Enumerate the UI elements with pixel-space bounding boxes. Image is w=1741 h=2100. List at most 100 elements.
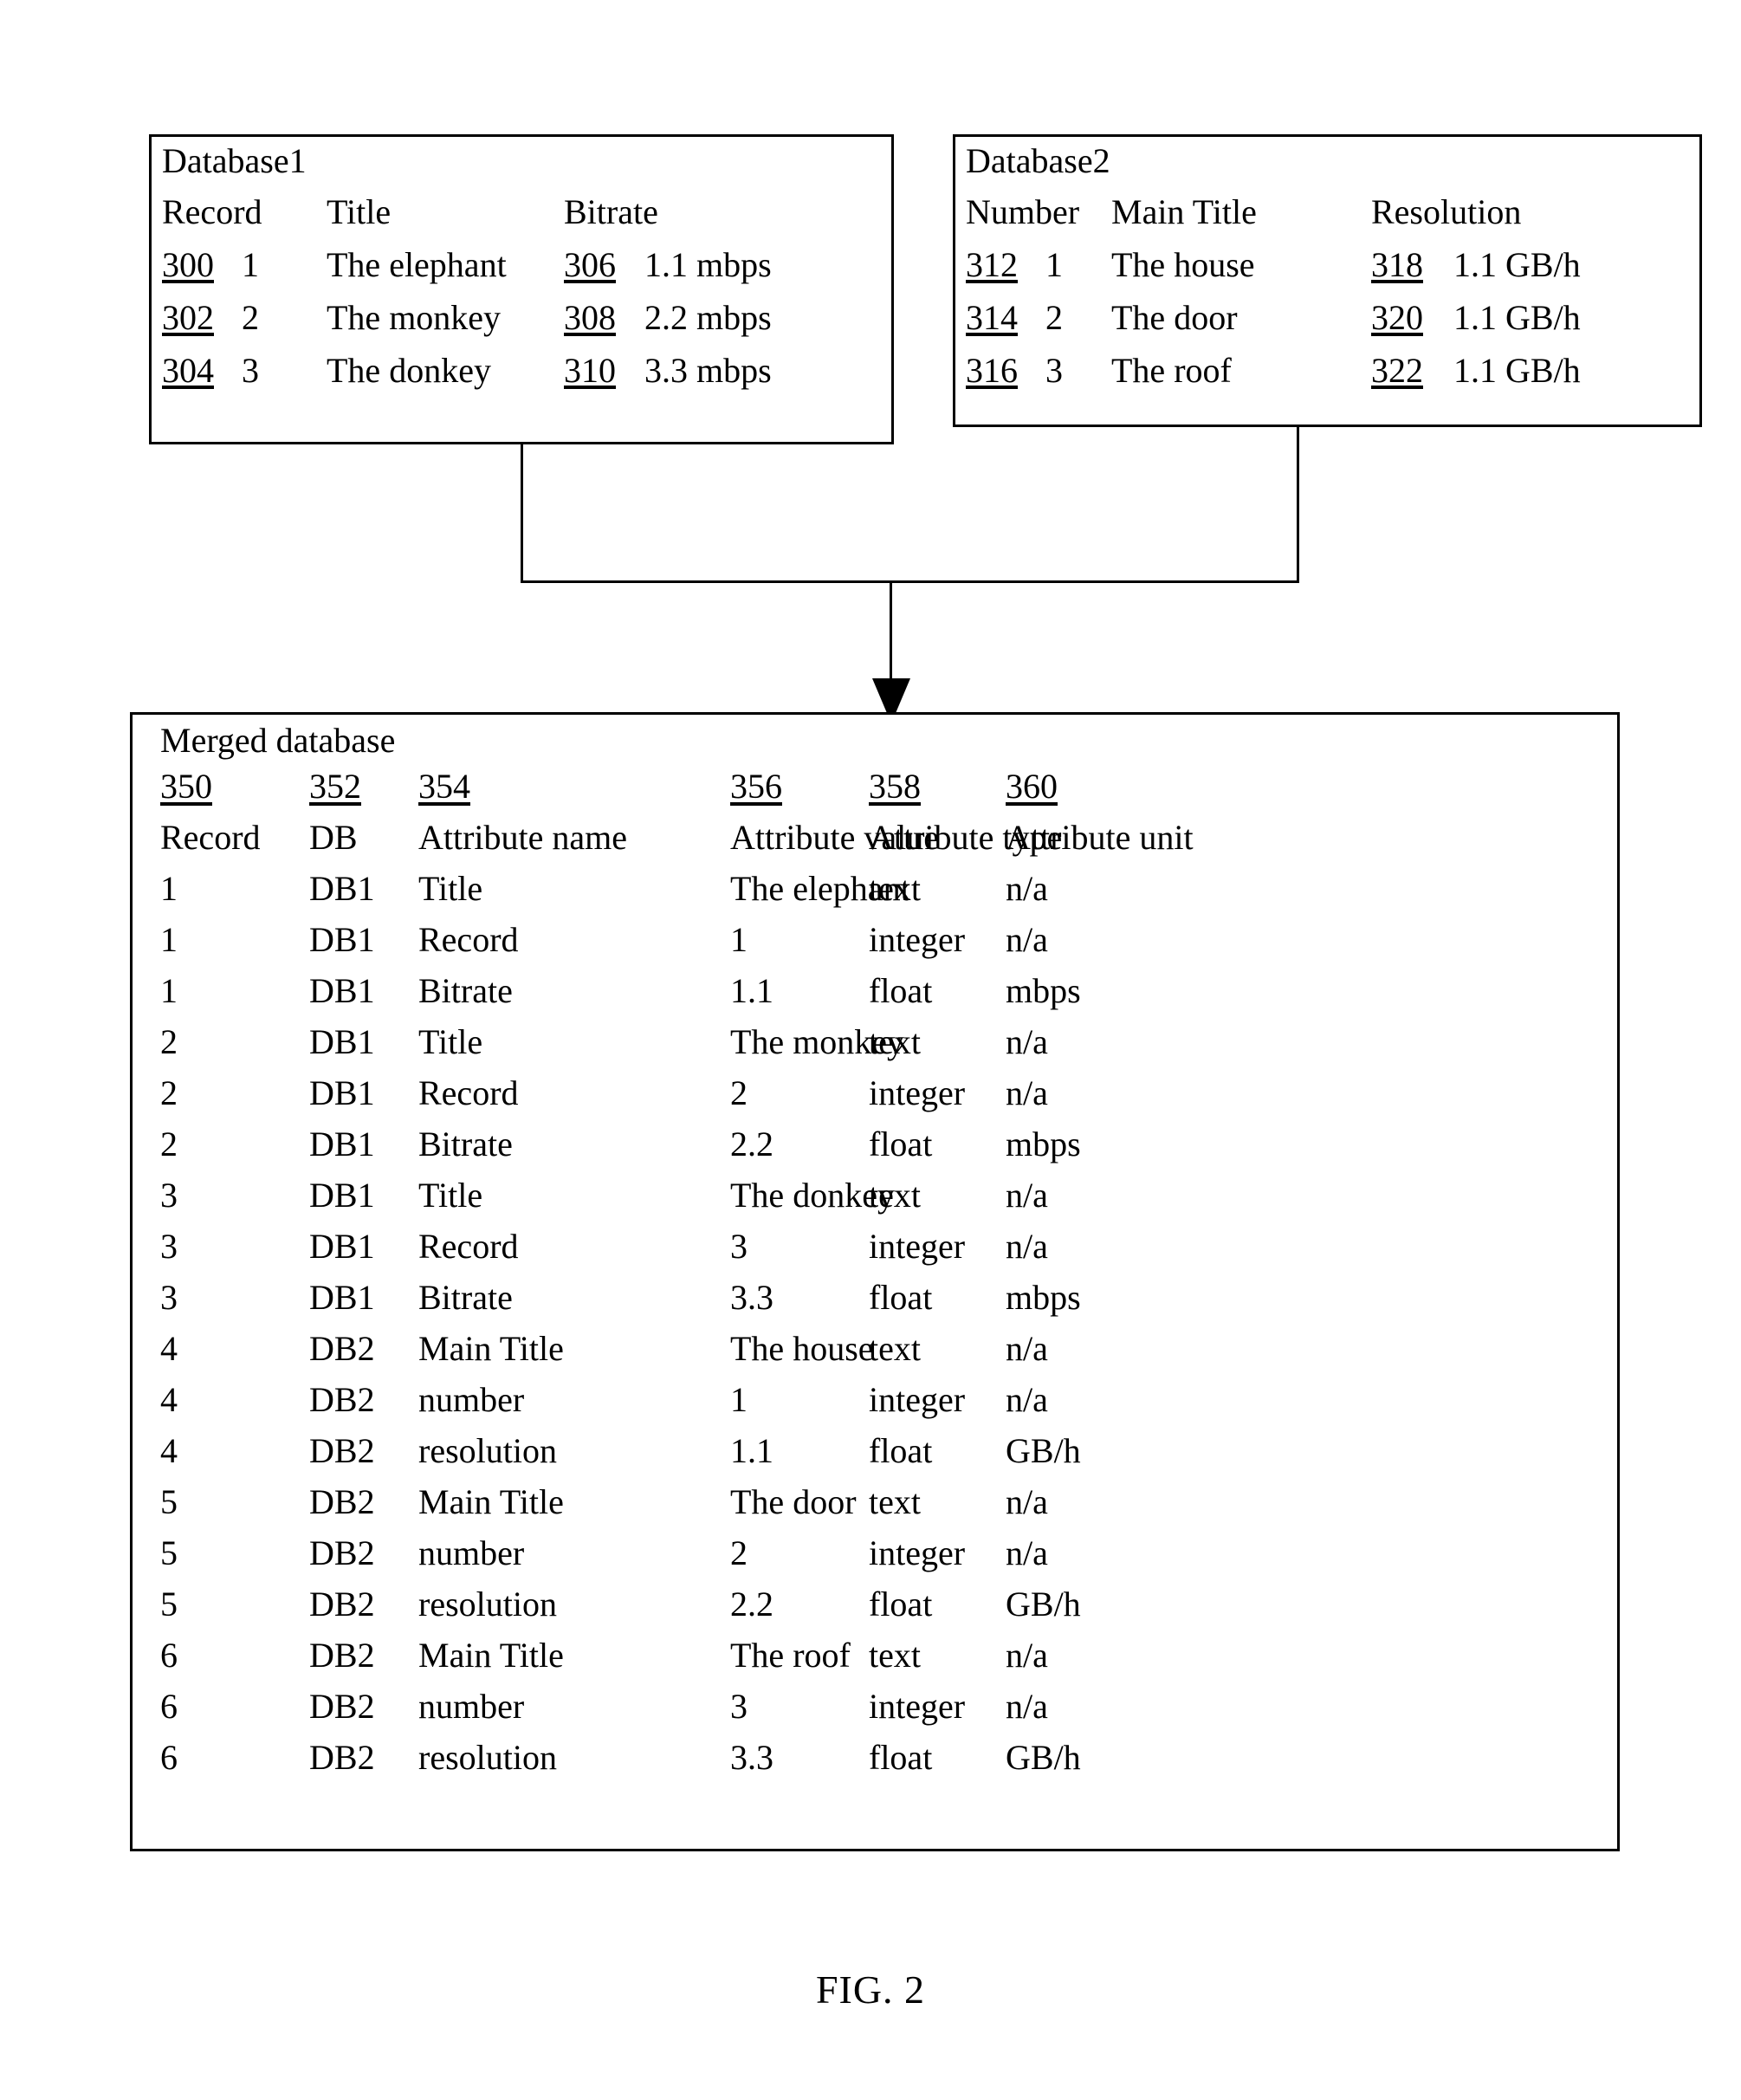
cell-attribute-value: The roof — [730, 1636, 851, 1675]
cell-attribute-value: 3 — [730, 1227, 748, 1266]
connector-line-from-database1 — [521, 444, 523, 583]
table-row: 6 DB2 number 3 integer n/a — [160, 1681, 1610, 1732]
cell-attribute-name: Title — [418, 1022, 483, 1061]
cell-attribute-name: Main Title — [418, 1482, 564, 1521]
merged-header-attribute-name: Attribute name — [418, 818, 628, 857]
database1-header-row: Record Title Bitrate — [162, 185, 888, 238]
cell-attribute-value: The house — [730, 1329, 874, 1368]
reference-numeral: 350 — [160, 767, 212, 806]
patent-figure: Database1 Record Title Bitrate 300 1 The… — [0, 0, 1741, 2100]
cell-attribute-unit: n/a — [1006, 1073, 1048, 1112]
cell-db: DB1 — [309, 1125, 375, 1163]
database2-cell-resolution: 1.1 GB/h — [1453, 298, 1581, 337]
cell-db: DB2 — [309, 1687, 375, 1726]
reference-numeral: 358 — [869, 767, 921, 806]
database2-title: Database2 — [966, 141, 1110, 180]
database2-row: 316 3 The roof 322 1.1 GB/h — [966, 344, 1696, 397]
cell-attribute-name: number — [418, 1533, 525, 1572]
cell-attribute-type: float — [869, 971, 933, 1010]
table-row: 1 DB1 Bitrate 1.1 float mbps — [160, 965, 1610, 1016]
cell-attribute-value: 1 — [730, 920, 748, 959]
cell-attribute-unit: n/a — [1006, 1380, 1048, 1419]
table-row: 3 DB1 Record 3 integer n/a — [160, 1221, 1610, 1272]
cell-attribute-value: 1 — [730, 1380, 748, 1419]
reference-numeral: 316 — [966, 351, 1018, 390]
cell-attribute-value: 2 — [730, 1533, 748, 1572]
connector-line-to-merged — [890, 580, 892, 693]
cell-attribute-name: Record — [418, 1073, 519, 1112]
database1-cell-title: The monkey — [327, 298, 502, 337]
cell-attribute-name: Main Title — [418, 1636, 564, 1675]
reference-numeral: 300 — [162, 245, 214, 284]
cell-attribute-value: 3 — [730, 1687, 748, 1726]
table-row: 2 DB1 Record 2 integer n/a — [160, 1067, 1610, 1118]
cell-record: 1 — [160, 971, 178, 1010]
cell-record: 2 — [160, 1022, 178, 1061]
merged-header-row: Record DB Attribute name Attribute value… — [160, 812, 1610, 863]
database2-header-row: Number Main Title Resolution — [966, 185, 1696, 238]
reference-numeral: 354 — [418, 767, 470, 806]
cell-attribute-value: 3.3 — [730, 1278, 773, 1317]
connector-join-line — [521, 580, 1299, 583]
cell-attribute-type: float — [869, 1738, 933, 1777]
cell-attribute-value: 1.1 — [730, 1431, 773, 1470]
database1-header-bitrate: Bitrate — [564, 192, 658, 231]
merged-reference-numerals-row: 350 352 354 356 358 360 — [160, 762, 1610, 811]
reference-numeral: 322 — [1371, 351, 1423, 390]
merged-database-table: Record DB Attribute name Attribute value… — [160, 812, 1610, 1783]
cell-db: DB2 — [309, 1482, 375, 1521]
cell-db: DB1 — [309, 1227, 375, 1266]
cell-record: 5 — [160, 1585, 178, 1624]
cell-attribute-unit: mbps — [1006, 1278, 1081, 1317]
reference-numeral: 302 — [162, 298, 214, 337]
table-row: 3 DB1 Bitrate 3.3 float mbps — [160, 1272, 1610, 1323]
database1-cell-record: 3 — [242, 351, 259, 390]
database2-cell-resolution: 1.1 GB/h — [1453, 245, 1581, 284]
reference-numeral: 318 — [1371, 245, 1423, 284]
reference-numeral: 360 — [1006, 767, 1058, 806]
table-row: 2 DB1 Bitrate 2.2 float mbps — [160, 1118, 1610, 1170]
database2-cell-main-title: The door — [1111, 298, 1238, 337]
reference-numeral: 312 — [966, 245, 1018, 284]
database1-row: 300 1 The elephant 306 1.1 mbps — [162, 238, 888, 291]
cell-attribute-unit: mbps — [1006, 971, 1081, 1010]
cell-db: DB1 — [309, 869, 375, 908]
cell-attribute-name: number — [418, 1380, 525, 1419]
cell-attribute-value: 2.2 — [730, 1585, 773, 1624]
figure-caption: FIG. 2 — [815, 1967, 926, 2012]
database2-header-main-title: Main Title — [1111, 192, 1257, 231]
cell-db: DB2 — [309, 1636, 375, 1675]
table-row: 2 DB1 Title The monkey text n/a — [160, 1016, 1610, 1067]
merged-header-db: DB — [309, 818, 358, 857]
database1-title: Database1 — [162, 141, 307, 180]
cell-attribute-name: Title — [418, 1176, 483, 1215]
cell-db: DB2 — [309, 1380, 375, 1419]
cell-record: 4 — [160, 1329, 178, 1368]
cell-attribute-unit: GB/h — [1006, 1585, 1081, 1624]
cell-attribute-value: 2.2 — [730, 1125, 773, 1163]
database2-box: Database2 Number Main Title Resolution 3… — [953, 134, 1702, 427]
cell-attribute-type: text — [869, 869, 921, 908]
cell-attribute-type: integer — [869, 1073, 966, 1112]
database1-cell-bitrate: 1.1 mbps — [644, 245, 772, 284]
cell-attribute-type: integer — [869, 920, 966, 959]
cell-attribute-name: resolution — [418, 1585, 557, 1624]
cell-record: 2 — [160, 1125, 178, 1163]
cell-attribute-name: Title — [418, 869, 483, 908]
table-row: 6 DB2 resolution 3.3 float GB/h — [160, 1732, 1610, 1783]
cell-attribute-type: integer — [869, 1380, 966, 1419]
database1-cell-bitrate: 2.2 mbps — [644, 298, 772, 337]
database2-cell-main-title: The roof — [1111, 351, 1232, 390]
database2-cell-number: 3 — [1045, 351, 1063, 390]
database1-cell-title: The elephant — [327, 245, 507, 284]
database1-cell-record: 1 — [242, 245, 259, 284]
cell-attribute-unit: n/a — [1006, 1482, 1048, 1521]
database2-header-number: Number — [966, 192, 1080, 231]
cell-record: 1 — [160, 869, 178, 908]
cell-record: 3 — [160, 1176, 178, 1215]
cell-attribute-unit: mbps — [1006, 1125, 1081, 1163]
cell-db: DB2 — [309, 1585, 375, 1624]
database1-cell-bitrate: 3.3 mbps — [644, 351, 772, 390]
merged-header-record: Record — [160, 818, 261, 857]
cell-attribute-type: float — [869, 1278, 933, 1317]
